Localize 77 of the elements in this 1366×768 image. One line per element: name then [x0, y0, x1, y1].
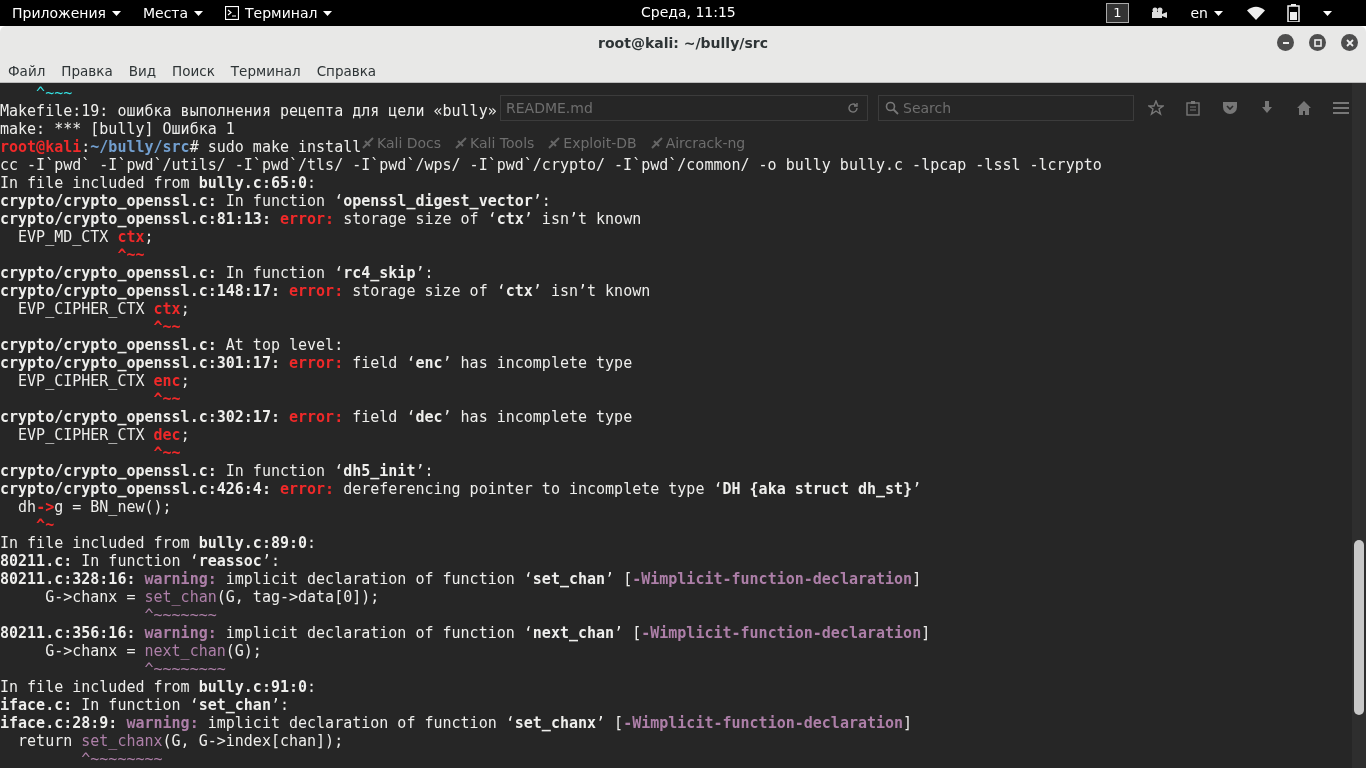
terminal-line: G->chanx = next_chan(G); — [44, 642, 262, 660]
terminal-line: crypto/crypto_openssl.c: In function ‘rc4_skip’: — [0, 264, 434, 282]
menu-icon[interactable] — [1333, 101, 1349, 115]
close-button[interactable] — [1341, 34, 1358, 51]
top-menu[interactable]: Терминал — [223, 5, 335, 21]
terminal-line: dh->g = BN_new(); — [17, 498, 172, 516]
reload-icon[interactable] — [847, 102, 859, 114]
clock[interactable]: Среда, 11:15 — [641, 4, 736, 20]
terminal-line: crypto/crypto_openssl.c:148:17: error: storage size of ‘ctx’ isn’t known — [0, 282, 651, 300]
terminal-line: EVP_CIPHER_CTX dec; — [17, 426, 190, 444]
top-menu[interactable]: Места — [140, 5, 206, 21]
bookmark-icon — [650, 137, 663, 149]
terminal-line: EVP_MD_CTX ctx; — [17, 228, 154, 246]
terminal-line: 80211.c: In function ‘reassoc’: — [0, 552, 280, 570]
workspace-indicator[interactable]: 1 — [1106, 3, 1129, 23]
caret-icon — [1214, 10, 1223, 16]
terminal-line: crypto/crypto_openssl.c:302:17: error: field ‘dec’ has incomplete type — [0, 408, 633, 426]
terminal-line: ^~~ — [152, 444, 181, 462]
terminal-line: ^~~~ — [35, 84, 73, 102]
terminal-line: In file included from bully.c:89:0: — [0, 534, 317, 552]
terminal-line: ^~ — [35, 516, 55, 534]
caret-icon — [111, 10, 121, 16]
terminal-line: G->chanx = set_chan(G, tag->data[0]); — [44, 588, 380, 606]
terminal-line: ^~~ — [152, 318, 181, 336]
camera-icon[interactable] — [1150, 7, 1167, 19]
caret-icon[interactable] — [1323, 10, 1332, 16]
terminal-line: crypto/crypto_openssl.c: At top level: — [0, 336, 344, 354]
terminal-line: return set_chanx(G, G->index[chan]); — [17, 732, 344, 750]
caret-icon — [323, 10, 333, 16]
terminal-icon — [225, 6, 240, 20]
menu-item[interactable]: Файл — [0, 60, 54, 82]
menu-item[interactable]: Справка — [308, 60, 385, 82]
battery-icon[interactable] — [1287, 4, 1301, 22]
terminal-line: 80211.c:328:16: warning: implicit declaration of function ‘set_chan’ [-Wimplicit-function-declaration] — [0, 570, 922, 588]
terminal-line: ^~~ — [152, 390, 181, 408]
bookmark-icon — [362, 137, 374, 149]
terminal-line: make: *** [bully] Ошибка 1 — [0, 120, 235, 138]
terminal-line: In file included from bully.c:91:0: — [0, 678, 317, 696]
window-title: root@kali: ~/bully/src — [598, 35, 768, 51]
wifi-icon[interactable] — [1247, 6, 1265, 20]
terminal-line: Makefile:19: ошибка выполнения рецепта для цели «bully» — [0, 102, 497, 120]
terminal-line: EVP_CIPHER_CTX ctx; — [17, 300, 190, 318]
terminal-line: iface.c: In function ‘set_chan’: — [0, 696, 289, 714]
terminal-line: root@kali:~/bully/src# sudo make install — [0, 138, 362, 156]
terminal-line: crypto/crypto_openssl.c: In function ‘openssl_digest_vector’: — [0, 192, 551, 210]
terminal-line: ^~~~~~~~~ — [80, 750, 163, 768]
terminal-line: 80211.c:356:16: warning: implicit declaration of function ‘next_chan’ [-Wimplicit-function-declaration] — [0, 624, 931, 642]
clipboard-icon[interactable] — [1185, 100, 1201, 116]
terminal-line: EVP_CIPHER_CTX enc; — [17, 372, 190, 390]
close-icon — [1345, 38, 1354, 47]
menu-item[interactable]: Вид — [120, 60, 165, 82]
star-icon[interactable] — [1148, 100, 1164, 116]
terminal-line: ^~~~~~~~ — [143, 606, 217, 624]
bookmark-icon — [455, 137, 468, 149]
terminal-line: crypto/crypto_openssl.c:81:13: error: storage size of ‘ctx’ isn’t known — [0, 210, 642, 228]
terminal-line: ^~~ — [116, 246, 145, 264]
caret-icon — [194, 10, 204, 16]
minimize-button[interactable] — [1277, 34, 1294, 51]
pocket-icon[interactable] — [1222, 100, 1238, 116]
menu-item[interactable]: Правка — [53, 60, 121, 82]
scrollbar-thumb[interactable] — [1354, 540, 1364, 715]
menu-item[interactable]: Поиск — [164, 60, 223, 82]
search-icon — [885, 101, 899, 115]
maximize-button[interactable] — [1309, 34, 1326, 51]
terminal-line: ^~~~~~~~~ — [143, 660, 226, 678]
terminal-line: crypto/crypto_openssl.c:426:4: error: dereferencing pointer to incomplete type ‘DH {aka struct dh_st}’ — [0, 480, 922, 498]
maximize-icon — [1313, 38, 1322, 47]
menu-item[interactable]: Терминал — [222, 60, 309, 82]
terminal-line: crypto/crypto_openssl.c:301:17: error: field ‘enc’ has incomplete type — [0, 354, 633, 372]
keyboard-layout-menu[interactable]: en — [1188, 5, 1225, 21]
terminal-line: crypto/crypto_openssl.c: In function ‘dh5_init’: — [0, 462, 434, 480]
top-menu[interactable]: Приложения — [10, 5, 123, 21]
terminal-line: cc -I`pwd` -I`pwd`/utils/ -I`pwd`/tls/ -I`pwd`/wps/ -I`pwd`/crypto/ -I`pwd`/common/ -o bully bully.c -lpcap -lssl -lcrypto — [0, 156, 1102, 174]
home-icon[interactable] — [1296, 100, 1312, 116]
terminal-line: In file included from bully.c:65:0: — [0, 174, 317, 192]
terminal-line: iface.c:28:9: warning: implicit declaration of function ‘set_chanx’ [-Wimplicit-function-declaration] — [0, 714, 913, 732]
bookmark-icon — [548, 137, 561, 149]
